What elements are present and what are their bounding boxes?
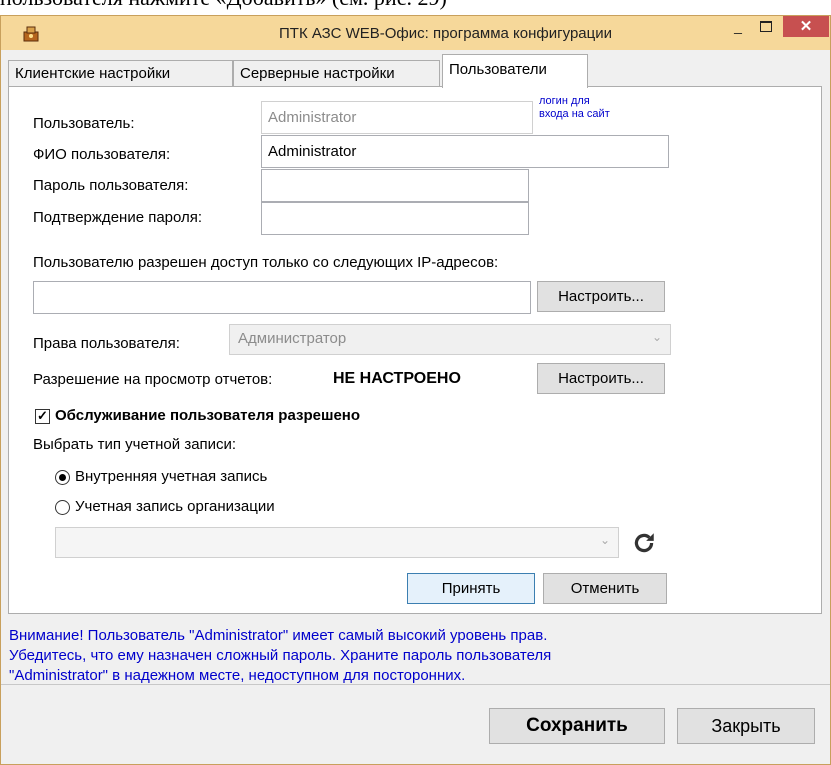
radio-org-account-label[interactable]: Учетная запись организации [75, 498, 275, 515]
tab-server-settings[interactable]: Серверные настройки [233, 60, 440, 87]
reports-permission-label: Разрешение на просмотр отчетов: [33, 371, 273, 388]
dialog-footer: Сохранить Закрыть [1, 684, 830, 764]
minimize-button[interactable]: _ [725, 19, 751, 39]
password-field[interactable] [261, 169, 529, 202]
radio-internal-account-label[interactable]: Внутренняя учетная запись [75, 468, 267, 485]
org-account-select[interactable]: ⌄ [55, 527, 619, 558]
maximize-button[interactable] [753, 19, 779, 39]
close-window-button[interactable]: ✕ [783, 16, 829, 37]
title-bar[interactable]: ПТК АЗС WEB-Офис: программа конфигурации… [1, 16, 830, 50]
refresh-icon[interactable] [631, 530, 657, 556]
radio-internal-account[interactable] [55, 470, 70, 485]
ip-addresses-field[interactable] [33, 281, 531, 314]
account-type-label: Выбрать тип учетной записи: [33, 436, 237, 453]
login-hint: логин для входа на сайт [539, 95, 610, 120]
reports-status: НЕ НАСТРОЕНО [333, 370, 461, 387]
confirm-password-label: Подтверждение пароля: [33, 209, 203, 226]
confirm-password-field[interactable] [261, 202, 529, 235]
chevron-down-icon: ⌄ [651, 330, 662, 344]
ip-configure-button[interactable]: Настроить... [537, 281, 665, 312]
tab-users[interactable]: Пользователи [442, 54, 588, 88]
reports-configure-button[interactable]: Настроить... [537, 363, 665, 394]
rights-label: Права пользователя: [33, 335, 180, 352]
radio-org-account[interactable] [55, 500, 70, 515]
admin-warning: Внимание! Пользователь "Administrator" и… [9, 627, 552, 684]
service-allowed-label[interactable]: Обслуживание пользователя разрешено [55, 407, 360, 424]
rights-value: Администратор [238, 330, 347, 347]
config-window: ПТК АЗС WEB-Офис: программа конфигурации… [0, 15, 831, 765]
cancel-button[interactable]: Отменить [543, 573, 667, 604]
document-caption: пользователя нажмите «Добавить» (см. рис… [0, 0, 447, 15]
user-label: Пользователь: [33, 115, 135, 132]
save-button[interactable]: Сохранить [489, 708, 665, 744]
fullname-field[interactable] [261, 135, 669, 168]
close-button[interactable]: Закрыть [677, 708, 815, 744]
password-label: Пароль пользователя: [33, 177, 189, 194]
chevron-down-icon: ⌄ [599, 533, 610, 547]
window-title: ПТК АЗС WEB-Офис: программа конфигурации [279, 25, 612, 42]
accept-button[interactable]: Принять [407, 573, 535, 604]
tab-client-settings[interactable]: Клиентские настройки [8, 60, 233, 87]
fullname-label: ФИО пользователя: [33, 146, 171, 163]
ip-restriction-label: Пользователю разрешен доступ только со с… [33, 254, 499, 271]
users-tab-panel: Пользователь: логин для входа на сайт ФИ… [8, 86, 822, 614]
user-login-field[interactable] [261, 101, 533, 134]
service-allowed-checkbox[interactable]: ✓ [35, 409, 50, 424]
rights-select[interactable]: Администратор ⌄ [229, 324, 671, 355]
